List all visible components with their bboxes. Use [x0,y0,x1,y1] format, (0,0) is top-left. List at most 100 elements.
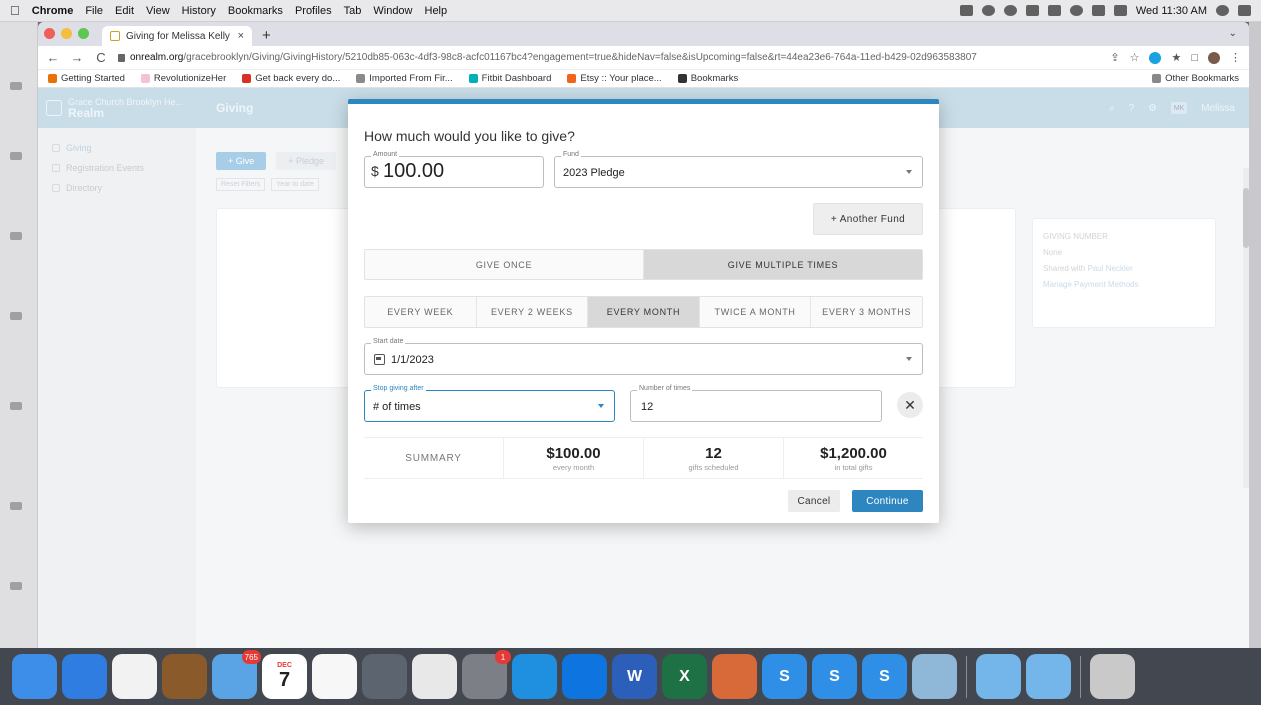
bookmark-item[interactable]: Fitbit Dashboard [468,73,551,84]
start-date-field[interactable]: Start date 1/1/2023 [364,338,923,375]
scansnap-manager-icon[interactable]: S [862,654,907,699]
sidepanel-icon[interactable]: □ [1191,52,1198,64]
menu-clock[interactable]: Wed 11:30 AM [1136,5,1207,17]
cancel-button[interactable]: Cancel [788,490,840,512]
menu-window[interactable]: Window [373,5,412,17]
tab-close-icon[interactable]: × [238,30,244,42]
minimize-window-icon[interactable] [61,28,72,39]
bookmark-item[interactable]: Bookmarks [677,73,738,84]
keyboard-icon[interactable] [1113,5,1127,16]
bookmark-folder[interactable]: Imported From Fir... [356,73,453,84]
browser-tab-active[interactable]: Giving for Melissa Kelly × [102,26,252,46]
paintbrush-icon[interactable] [712,654,757,699]
bookmark-item[interactable]: Etsy :: Your place... [567,73,662,84]
finder-icon[interactable] [12,654,57,699]
other-bookmarks[interactable]: Other Bookmarks [1152,73,1239,84]
reload-icon[interactable]: C [94,50,108,65]
help-icon[interactable]: ? [1129,103,1135,114]
every-2-weeks-option[interactable]: EVERY 2 WEEKS [476,297,589,327]
continue-button[interactable]: Continue [852,490,923,512]
add-another-fund-button[interactable]: + Another Fund [813,203,923,235]
mail-icon[interactable]: 765 [212,650,261,699]
scansnap-status-icon[interactable] [981,5,995,16]
share-icon[interactable]: ⇪ [1110,51,1119,64]
calendar-icon[interactable]: DEC 7 [262,654,307,699]
vpn-icon[interactable] [1003,5,1017,16]
give-multiple-times-option[interactable]: GIVE MULTIPLE TIMES [644,250,922,279]
notebook-icon[interactable] [162,654,207,699]
profile-avatar-icon[interactable] [1208,51,1220,64]
wifi-icon[interactable] [1069,5,1083,16]
volume-icon[interactable] [1091,5,1105,16]
stop-giving-after-select[interactable]: Stop giving after # of times [364,385,615,422]
bookmark-item[interactable]: Getting Started [48,73,125,84]
documents-folder-icon[interactable] [976,654,1021,699]
fund-select[interactable]: Fund 2023 Pledge [554,151,923,188]
address-bar[interactable]: onrealm.org/gracebrooklyn/Giving/GivingH… [118,52,1100,63]
every-week-option[interactable]: EVERY WEEK [365,297,477,327]
teamviewer-icon[interactable] [562,654,607,699]
number-of-times-input[interactable]: 12 [641,401,653,413]
every-3-months-option[interactable]: EVERY 3 MONTHS [811,297,922,327]
amount-input[interactable]: 100.00 [383,160,444,183]
tab-search-chevron-icon[interactable]: ⌄ [1229,28,1237,39]
menu-profiles[interactable]: Profiles [295,5,332,17]
bookmark-item[interactable]: Get back every do... [242,73,340,84]
zoom-window-icon[interactable] [78,28,89,39]
search-icon[interactable]: ⌕ [1109,103,1115,114]
pledge-button[interactable]: + Pledge [276,152,337,170]
amount-field[interactable]: Amount $ 100.00 [364,151,544,188]
excel-icon[interactable]: X [662,654,707,699]
every-month-option[interactable]: EVERY MONTH [588,297,700,327]
give-once-option[interactable]: GIVE ONCE [365,250,644,279]
chrome-icon[interactable] [112,654,157,699]
sidebar-item-directory[interactable]: Directory [38,178,196,198]
remote-icon[interactable] [512,654,557,699]
user-avatar[interactable]: MK [1171,102,1188,114]
screen-record-icon[interactable] [959,5,973,16]
new-tab-icon[interactable]: + [262,27,271,44]
back-icon[interactable]: ← [46,50,60,65]
menu-app-name[interactable]: Chrome [32,5,74,17]
image-capture-icon[interactable] [362,654,407,699]
user-menu[interactable]: Melissa [1201,103,1235,114]
manage-payment-methods-link[interactable]: Manage Payment Methods [1043,277,1205,293]
menu-edit[interactable]: Edit [115,5,134,17]
close-window-icon[interactable] [44,28,55,39]
menu-history[interactable]: History [182,5,216,17]
safari-icon[interactable] [62,654,107,699]
menu-bookmarks[interactable]: Bookmarks [228,5,283,17]
shared-with-link[interactable]: Paul Neckler [1087,264,1132,273]
downloads-folder-icon[interactable] [1026,654,1071,699]
folder-icon[interactable] [912,654,957,699]
menu-view[interactable]: View [146,5,170,17]
spotlight-icon[interactable] [1216,5,1229,16]
forward-icon[interactable]: → [70,50,84,65]
lock-icon[interactable] [118,53,125,62]
bookmark-star-icon[interactable]: ☆ [1130,51,1140,64]
reset-filters-button[interactable]: Reset Filters [216,178,266,191]
photos-icon[interactable] [312,654,357,699]
airplay-icon[interactable] [1047,5,1061,16]
apple-menu-icon[interactable]:  [10,3,20,18]
more-menu-icon[interactable]: ⋮ [1230,51,1241,64]
scrollbar-thumb[interactable] [1243,188,1249,248]
realm-brand[interactable]: Grace Church Brooklyn He... Realm [46,97,196,119]
menu-file[interactable]: File [85,5,103,17]
menu-tab[interactable]: Tab [344,5,362,17]
scansnap-icon[interactable]: S [762,654,807,699]
menu-help[interactable]: Help [425,5,448,17]
year-to-date-filter[interactable]: Year to date [271,178,319,191]
twice-a-month-option[interactable]: TWICE A MONTH [699,297,812,327]
trash-icon[interactable] [1090,654,1135,699]
system-preferences-icon[interactable]: 1 [462,650,511,699]
control-center-icon[interactable] [1238,5,1251,16]
bookmark-item[interactable]: RevolutionizeHer [140,73,226,84]
textedit-icon[interactable] [412,654,457,699]
scansnap-home-icon[interactable]: S [812,654,857,699]
extensions-puzzle-icon[interactable]: ★ [1171,51,1181,64]
close-icon[interactable]: ✕ [897,392,923,418]
sidebar-item-registration-events[interactable]: Registration Events [38,158,196,178]
page-scrollbar[interactable] [1243,168,1249,488]
sidebar-item-giving[interactable]: Giving [38,138,196,158]
